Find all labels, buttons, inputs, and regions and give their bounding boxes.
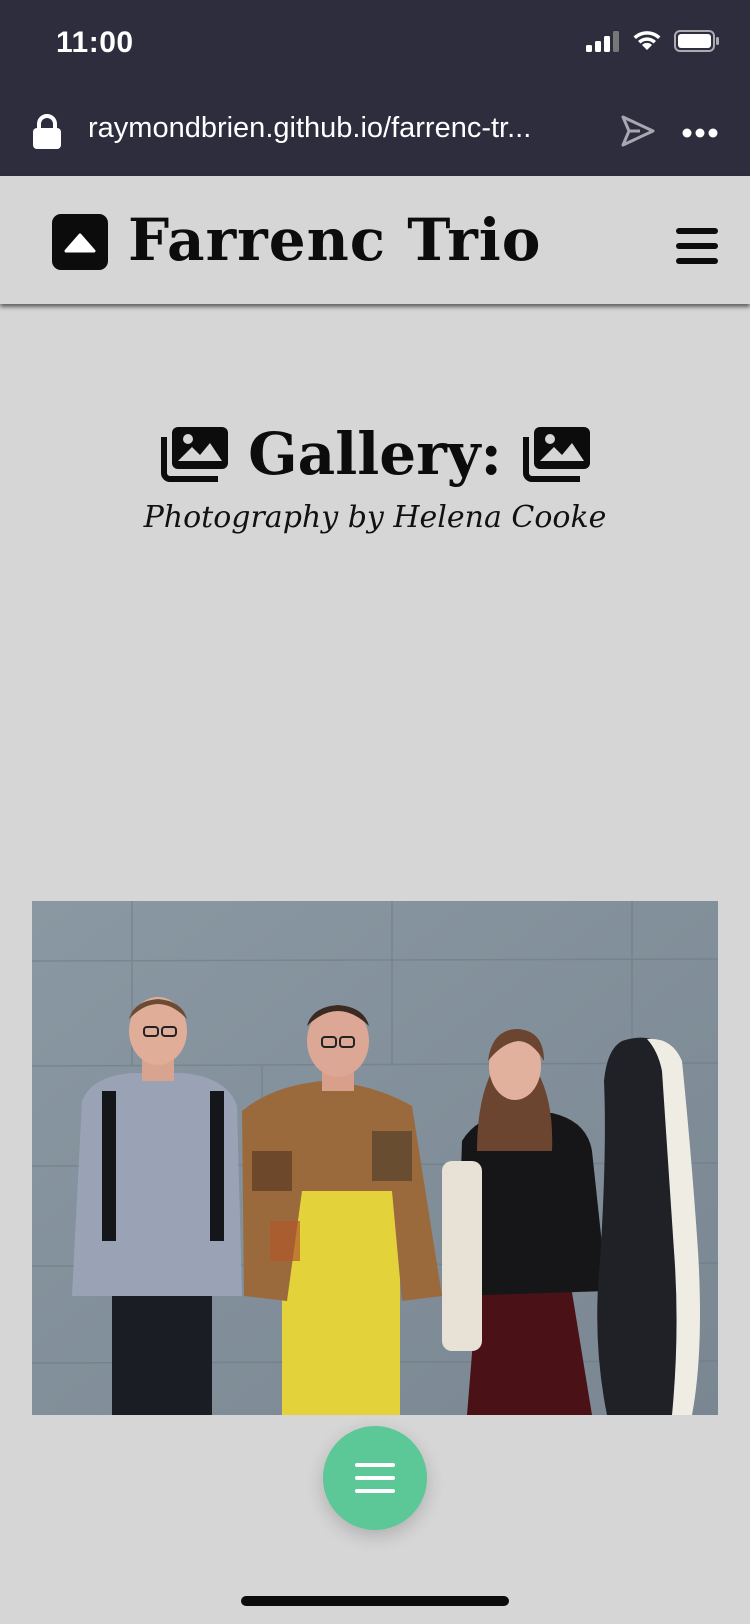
url-text[interactable]: raymondbrien.github.io/farrenc-tr... [88,112,608,145]
home-indicator [241,1596,509,1606]
images-icon [522,427,590,482]
caret-up-square-icon[interactable] [52,214,108,270]
gallery-title: Gallery: [248,420,502,488]
hamburger-icon[interactable] [676,228,718,264]
more-options-icon[interactable] [682,128,718,138]
signal-icon [586,31,619,52]
site-header: Farrenc Trio [0,176,750,304]
battery-icon [674,30,719,52]
floating-menu-button[interactable] [323,1426,427,1530]
three-musicians-photo[interactable] [32,901,718,1415]
site-title[interactable]: Farrenc Trio [128,206,542,274]
lock-icon [33,114,61,149]
status-bar: 11:00 [0,0,750,88]
send-icon[interactable] [620,114,656,148]
browser-url-bar: raymondbrien.github.io/farrenc-tr... [0,88,750,176]
images-icon [161,427,229,482]
status-icons [586,30,720,52]
status-time: 11:00 [56,26,134,59]
gallery-heading: Gallery: [0,420,750,488]
wifi-icon [633,31,661,50]
gallery-subtitle: Photography by Helena Cooke [143,500,607,535]
hamburger-icon [355,1463,395,1467]
